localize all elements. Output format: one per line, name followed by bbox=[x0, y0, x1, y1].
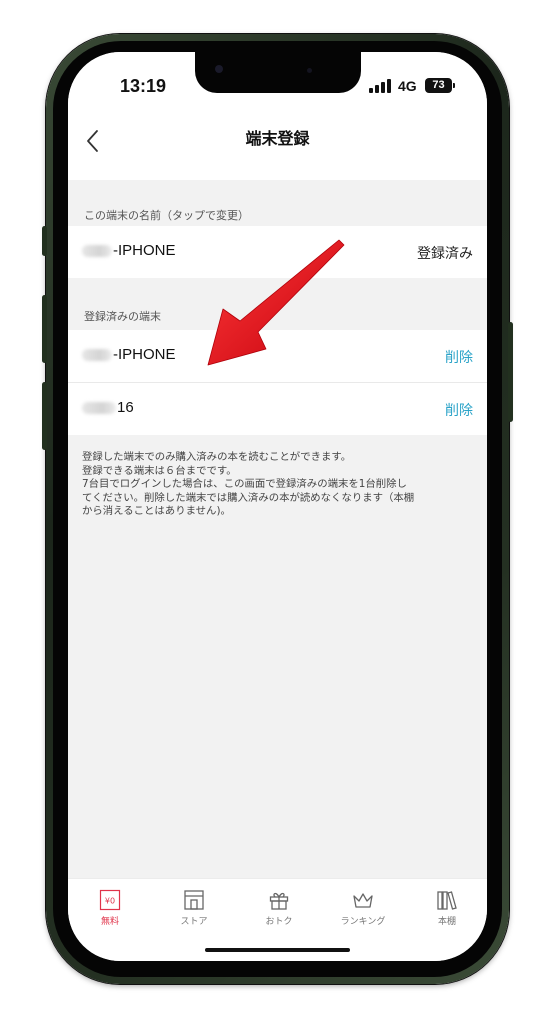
red-arrow-annotation bbox=[207, 239, 345, 366]
